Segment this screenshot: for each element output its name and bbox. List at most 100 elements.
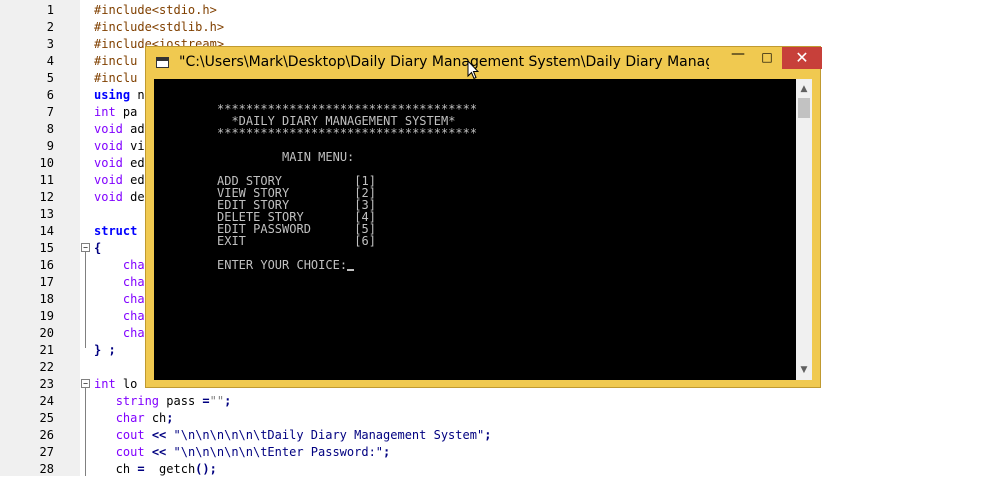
code-text: int lo — [94, 376, 137, 393]
code-token: void — [94, 173, 123, 187]
code-token: lo — [115, 377, 138, 391]
code-line[interactable]: 25 char ch; — [0, 410, 998, 427]
console-output: ************************************ *DA… — [217, 103, 477, 271]
code-token: struct — [94, 224, 138, 238]
code-text: #inclu — [94, 53, 137, 70]
code-token: "\n\n\n\n\n\tDaily Diary Management Syst… — [173, 428, 485, 442]
code-line[interactable]: 1 #include<stdio.h> — [0, 2, 998, 19]
code-token: void — [94, 139, 123, 153]
fold-toggle-icon[interactable]: − — [81, 243, 90, 252]
mouse-pointer-icon — [467, 60, 479, 80]
line-number: 21 — [39, 343, 54, 357]
code-token: { — [94, 241, 102, 255]
console-app-icon[interactable] — [156, 57, 169, 68]
line-number: 4 — [46, 54, 54, 68]
code-token: ed — [122, 173, 145, 187]
code-text: cha — [94, 325, 145, 342]
code-text: string pass =""; — [94, 393, 232, 410]
code-text: cha — [94, 291, 145, 308]
code-token: pass — [159, 394, 203, 408]
line-number: 15 — [39, 241, 54, 255]
line-number: 5 — [46, 71, 54, 85]
code-token: << — [151, 445, 167, 459]
line-number: 28 — [39, 462, 54, 476]
code-text: #include<stdlib.h> — [94, 19, 224, 36]
vertical-scrollbar[interactable]: ▲ ▼ — [796, 79, 812, 380]
code-text: #inclu — [94, 70, 137, 87]
scroll-up-arrow-icon[interactable]: ▲ — [796, 81, 812, 97]
code-token: cha — [122, 258, 145, 272]
code-token: int — [94, 105, 116, 119]
code-text: void ed — [94, 172, 145, 189]
code-text: cout << "\n\n\n\n\n\tEnter Password:"; — [94, 444, 391, 461]
scroll-down-arrow-icon[interactable]: ▼ — [796, 362, 812, 378]
console-window[interactable]: "C:\Users\Mark\Desktop\Daily Diary Manag… — [145, 46, 822, 388]
code-line[interactable]: 26 cout << "\n\n\n\n\n\tDaily Diary Mana… — [0, 427, 998, 444]
code-token: (); — [195, 462, 217, 476]
code-token: #inclu — [94, 54, 138, 68]
code-token: = — [202, 394, 210, 408]
line-number: 8 — [46, 122, 54, 136]
line-number: 25 — [39, 411, 54, 425]
code-token: cout — [115, 445, 145, 459]
code-text: void ed — [94, 155, 145, 172]
line-number: 7 — [46, 105, 54, 119]
close-button[interactable]: ✕ — [782, 47, 822, 69]
code-token: cha — [122, 275, 145, 289]
fold-guide — [85, 252, 86, 348]
line-number: 9 — [46, 139, 54, 153]
fold-toggle-icon[interactable]: − — [81, 379, 90, 388]
line-number: 23 — [39, 377, 54, 391]
code-token: ; — [166, 411, 174, 425]
code-token: cha — [122, 292, 145, 306]
line-number: 6 — [46, 88, 54, 102]
line-number: 24 — [39, 394, 54, 408]
line-number: 12 — [39, 190, 54, 204]
code-text: struct — [94, 223, 137, 240]
code-token: << — [151, 428, 167, 442]
code-token: #include<stdlib.h> — [94, 20, 225, 34]
line-number: 17 — [39, 275, 54, 289]
line-number: 3 — [46, 37, 54, 51]
console-titlebar[interactable]: "C:\Users\Mark\Desktop\Daily Diary Manag… — [146, 47, 822, 79]
code-line[interactable]: 27 cout << "\n\n\n\n\n\tEnter Password:"… — [0, 444, 998, 461]
code-token: vi — [122, 139, 145, 153]
code-text: void de — [94, 189, 145, 206]
code-text: int pa — [94, 104, 137, 121]
code-line[interactable]: 28 ch = getch(); — [0, 461, 998, 478]
code-text: void vi — [94, 138, 145, 155]
fold-guide — [85, 388, 86, 476]
code-token: char — [115, 411, 145, 425]
code-text: cha — [94, 274, 145, 291]
code-line[interactable]: 2 #include<stdlib.h> — [0, 19, 998, 36]
code-token: ; — [484, 428, 492, 442]
line-number: 11 — [39, 173, 54, 187]
code-text: char ch; — [94, 410, 174, 427]
maximize-button[interactable]: □ — [753, 47, 781, 69]
code-line[interactable]: 24 string pass =""; — [0, 393, 998, 410]
code-token: de — [122, 190, 145, 204]
line-number: 27 — [39, 445, 54, 459]
code-token: "\n\n\n\n\n\tEnter Password:" — [173, 445, 384, 459]
code-text: void ad — [94, 121, 145, 138]
code-token: = — [137, 462, 145, 476]
console-output-area[interactable]: ************************************ *DA… — [154, 79, 796, 380]
code-token: ad — [122, 122, 145, 136]
line-number: 10 — [39, 156, 54, 170]
line-number: 13 — [39, 207, 54, 221]
code-token: cout — [115, 428, 145, 442]
code-token: ; — [224, 394, 232, 408]
code-text: { — [94, 240, 101, 257]
line-number: 19 — [39, 309, 54, 323]
code-token: void — [94, 156, 123, 170]
code-token: #include<stdio.h> — [94, 3, 217, 17]
scroll-thumb[interactable] — [798, 98, 810, 118]
line-number: 1 — [46, 3, 54, 17]
minimize-button[interactable]: — — [724, 47, 752, 69]
